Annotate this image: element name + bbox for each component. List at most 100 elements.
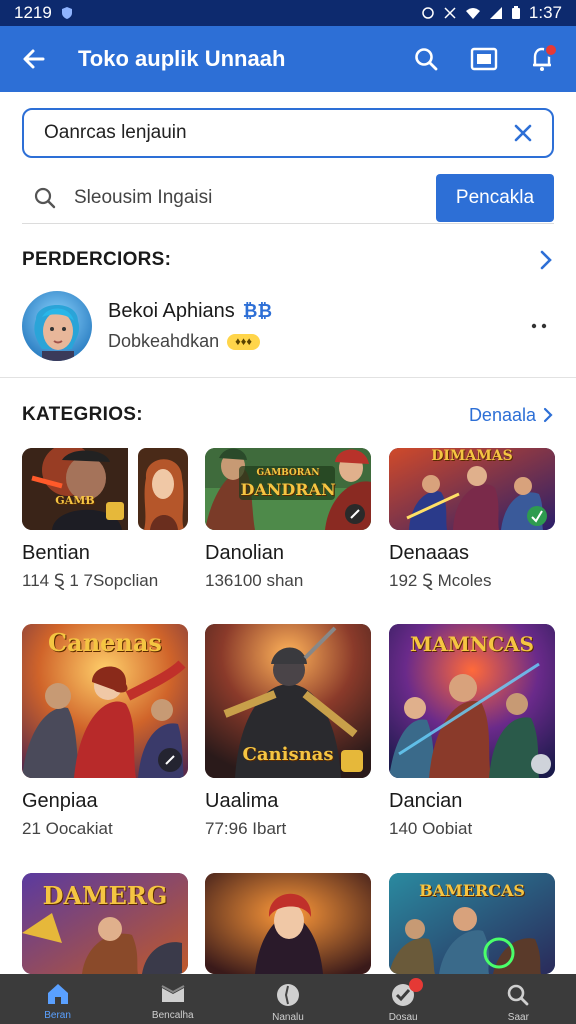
section-divider [0,377,576,378]
search-input[interactable]: Sleousim Ingaisi [74,187,436,209]
bottom-navigation: Beran Bencalha Nanalu Dosau Saar [0,974,576,1024]
developer-name: Bekoi Aphians [108,300,235,322]
developers-header: PERDERCIORS: [22,248,554,272]
page-title: Toko auplik Unnaah [78,46,286,71]
category-card[interactable]: GAMBORAN DANDRAN Danolian 136100 shan [205,448,371,591]
category-art-label: DAMERG [42,881,168,910]
category-meta: 77:96 Ibart [205,819,287,838]
category-card[interactable]: MAMNCAS Dancian 140 Oobiat [389,624,555,839]
category-card[interactable]: GAMB Bentian 114 Ȿ 1 7Sopclian [22,448,188,591]
wifi-icon [465,8,480,19]
nav-search-label: Saar [507,1012,529,1023]
notifications-button[interactable] [520,37,564,81]
image-frame-icon [470,47,498,71]
nav-explore[interactable]: Nanalu [248,974,328,1024]
verified-icon: ₿₿ [242,301,273,321]
category-thumbnail [205,873,371,974]
status-time-right: 1:37 [528,3,562,22]
chevron-right-icon [540,250,552,270]
category-art-label: Canisnas [242,744,334,765]
nav-updates[interactable]: Dosau [363,974,443,1024]
category-card[interactable]: Canisnas Uaalima 77:96 Ibart [205,624,371,839]
category-thumbnail: BAMERCAS [389,873,555,974]
search-icon [508,984,529,1006]
category-thumbnail: Canenas [22,624,188,778]
categories-see-all-link[interactable]: Denaala [469,405,554,426]
search-field[interactable]: Oanrcas lenjauin [22,108,554,158]
nav-home-label: Beran [44,1010,71,1021]
nav-library[interactable]: Bencalha [133,974,213,1024]
signal-icon [489,7,502,19]
home-icon [47,984,68,1004]
category-name: Uaalima [205,790,279,812]
nav-updates-badge [409,978,424,992]
category-card[interactable]: DIMAMAS Denaaas 192 Ȿ Mcoles [389,448,555,591]
search-icon [34,187,56,208]
search-submit-button[interactable]: Pencakla [436,173,554,222]
category-thumbnail: MAMNCAS [389,624,555,778]
developer-subtitle: Dobkeahdkan [108,331,220,351]
developers-more-button[interactable] [538,248,554,272]
more-options-button[interactable] [524,323,554,329]
play-icon [158,748,182,772]
compass-icon [276,984,299,1006]
nav-library-label: Bencalha [151,1010,194,1021]
developer-badge: ♦♦♦ [227,333,260,350]
developers-heading: PERDERCIORS: [22,249,172,270]
media-button[interactable] [462,37,506,81]
app-bar: Toko auplik Unnaah [0,26,576,92]
category-meta: 140 Oobiat [389,819,473,838]
category-name: Bentian [22,542,90,564]
back-button[interactable] [12,37,56,81]
nav-updates-label: Dosau [388,1012,418,1023]
category-thumbnail: GAMB [22,448,188,530]
layers-icon [161,985,185,1002]
mute-icon [444,7,456,19]
category-meta: 114 Ȿ 1 7Sopclian [22,571,159,590]
more-dots-icon [531,323,547,329]
avatar [22,291,92,361]
category-art-label: DANDRAN [240,480,336,499]
category-thumbnail: Canisnas [205,624,371,778]
status-time-left: 1219 [14,3,52,22]
search-row-icon [30,183,60,213]
clear-button[interactable] [508,118,538,148]
battery-icon [511,6,520,19]
category-name: Denaaas [389,542,470,564]
back-arrow-icon [23,49,45,69]
category-meta: 21 Oocakiat [22,819,113,838]
search-icon [415,48,438,71]
category-card[interactable]: Canenas Genpiaa 21 Oocakiat [22,624,188,839]
category-meta: 136100 shan [205,571,304,590]
chevron-right-icon [543,407,553,423]
close-icon [514,124,532,142]
nav-explore-label: Nanalu [272,1012,304,1023]
category-art-label: BAMERCAS [419,881,525,900]
category-card[interactable]: DAMERG [22,873,188,974]
category-name: Genpiaa [22,790,98,812]
category-meta: 192 Ȿ Mcoles [389,571,492,590]
alarm-icon [422,7,434,19]
category-thumbnail: GAMBORAN DANDRAN [205,448,371,530]
developer-item[interactable]: Bekoi Aphians ₿₿ Dobkeahdkan ♦♦♦ [22,290,554,362]
categories-link-label: Denaala [468,404,536,425]
category-card[interactable]: BAMERCAS [389,873,555,974]
category-thumbnail: DIMAMAS [389,448,555,530]
status-bar: 1219 1:37 [0,0,576,26]
shield-icon [61,7,72,19]
category-thumbnail: DAMERG [22,873,188,974]
category-card[interactable] [205,873,371,974]
category-name: Dancian [389,790,463,812]
search-row: Sleousim Ingaisi Pencakla [22,172,554,224]
category-name: Danolian [205,542,284,564]
search-button[interactable] [404,37,448,81]
category-art-label: MAMNCAS [410,632,534,656]
nav-search[interactable]: Saar [478,974,558,1024]
nav-home[interactable]: Beran [18,974,98,1024]
category-art-label: DIMAMAS [431,448,513,464]
category-art-sublabel: GAMBORAN [256,468,320,478]
category-art-label: Canenas [48,628,162,657]
categories-header: KATEGRIOS: Denaala [22,404,554,426]
notification-badge [544,43,558,57]
search-field-value: Oanrcas lenjauin [44,122,187,143]
